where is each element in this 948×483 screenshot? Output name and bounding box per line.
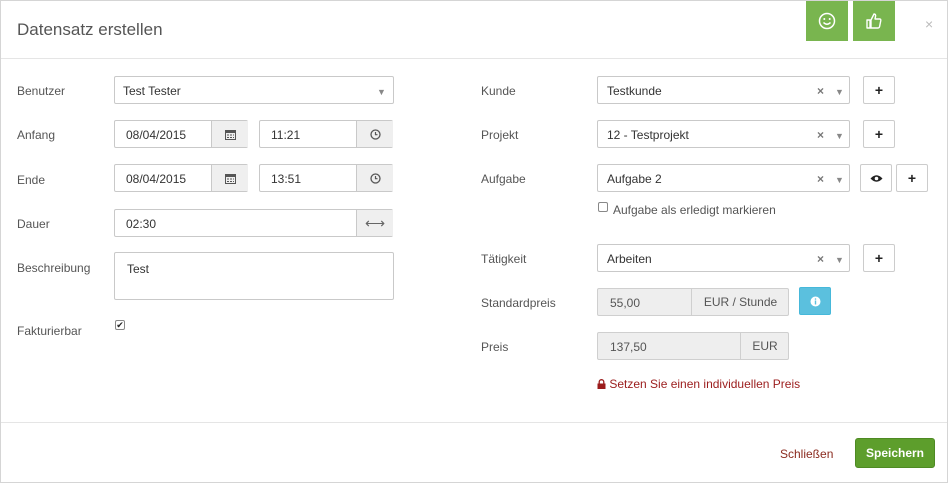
start-time-input[interactable]: 11:21 <box>259 120 393 148</box>
plus-icon: + <box>874 250 884 266</box>
price-unit: EUR <box>740 333 789 359</box>
customer-select[interactable]: Testkunde × ▼ <box>597 76 850 104</box>
thumbs-up-icon <box>866 13 882 29</box>
task-done-checkbox[interactable] <box>598 202 608 212</box>
calendar-icon <box>224 129 236 140</box>
dialog-header: Datensatz erstellen × <box>1 1 947 59</box>
project-value: 12 - Testprojekt <box>607 128 689 142</box>
plus-icon: + <box>907 170 917 186</box>
activity-select[interactable]: Arbeiten × ▼ <box>597 244 850 272</box>
duration-input[interactable]: 02:30 ⟷ <box>114 209 393 237</box>
start-time-picker-button[interactable] <box>356 121 393 147</box>
start-date-picker-button[interactable] <box>211 121 248 147</box>
user-label: Benutzer <box>17 84 66 98</box>
end-time-value: 13:51 <box>271 172 302 186</box>
eye-icon <box>870 174 882 182</box>
chevron-down-icon: ▼ <box>835 131 844 141</box>
task-done-label: Aufgabe als erledigt markieren <box>613 203 776 217</box>
smiley-button[interactable] <box>806 1 848 41</box>
thumbs-up-button[interactable] <box>853 1 895 41</box>
info-icon <box>810 296 820 306</box>
clear-icon[interactable]: × <box>817 252 824 266</box>
duration-value: 02:30 <box>126 217 157 231</box>
clock-icon <box>369 128 381 140</box>
duration-label: Dauer <box>17 217 50 231</box>
task-select[interactable]: Aufgabe 2 × ▼ <box>597 164 850 192</box>
lock-icon <box>597 379 606 389</box>
clock-icon <box>369 172 381 184</box>
end-date-value: 08/04/2015 <box>126 172 187 186</box>
billable-label: Fakturierbar <box>17 324 82 338</box>
standard-price-value: 55,00 <box>610 296 641 310</box>
customer-label: Kunde <box>481 84 516 98</box>
price-field: 137,50 EUR <box>597 332 789 360</box>
end-date-input[interactable]: 08/04/2015 <box>114 164 248 192</box>
view-task-button[interactable] <box>860 164 892 192</box>
calendar-icon <box>224 173 236 184</box>
custom-price-link[interactable]: Setzen Sie einen individuellen Preis <box>597 377 800 391</box>
chevron-down-icon: ▼ <box>835 175 844 185</box>
add-activity-button[interactable]: + <box>863 244 895 272</box>
add-project-button[interactable]: + <box>863 120 895 148</box>
close-icon[interactable]: × <box>925 16 933 32</box>
standard-price-unit: EUR / Stunde <box>691 289 789 315</box>
plus-icon: + <box>874 126 884 142</box>
user-select[interactable]: Test Tester ▼ <box>114 76 394 104</box>
clear-icon[interactable]: × <box>817 84 824 98</box>
standard-price-label: Standardpreis <box>481 296 556 310</box>
end-label: Ende <box>17 173 46 187</box>
smiley-icon <box>818 12 836 30</box>
activity-value: Arbeiten <box>607 252 652 266</box>
plus-icon: + <box>874 82 884 98</box>
chevron-down-icon: ▼ <box>835 255 844 265</box>
description-label: Beschreibung <box>17 261 91 275</box>
end-date-picker-button[interactable] <box>211 165 248 191</box>
task-label: Aufgabe <box>481 172 526 186</box>
dialog-title: Datensatz erstellen <box>17 20 163 39</box>
chevron-down-icon: ▼ <box>835 87 844 97</box>
start-date-value: 08/04/2015 <box>126 128 187 142</box>
standard-price-field: 55,00 EUR / Stunde <box>597 288 789 316</box>
dialog-footer-divider <box>1 422 947 423</box>
task-value: Aufgabe 2 <box>607 172 662 186</box>
chevron-down-icon: ▼ <box>377 87 386 97</box>
activity-label: Tätigkeit <box>481 252 527 266</box>
billable-checkbox[interactable]: ✔ <box>115 320 125 330</box>
create-record-dialog: Datensatz erstellen × Benutzer Test Test… <box>0 0 948 483</box>
save-button[interactable]: Speichern <box>855 438 935 468</box>
price-label: Preis <box>481 340 509 354</box>
close-link[interactable]: Schließen <box>780 447 833 461</box>
clear-icon[interactable]: × <box>817 172 824 186</box>
custom-price-text: Setzen Sie einen individuellen Preis <box>609 377 801 391</box>
start-date-input[interactable]: 08/04/2015 <box>114 120 248 148</box>
project-label: Projekt <box>481 128 519 142</box>
clear-icon[interactable]: × <box>817 128 824 142</box>
end-time-input[interactable]: 13:51 <box>259 164 393 192</box>
add-customer-button[interactable]: + <box>863 76 895 104</box>
info-button[interactable] <box>799 287 831 315</box>
customer-value: Testkunde <box>607 84 662 98</box>
start-label: Anfang <box>17 128 56 142</box>
description-value: Test <box>127 262 150 276</box>
description-textarea[interactable]: Test <box>114 252 394 300</box>
add-task-button[interactable]: + <box>896 164 928 192</box>
project-select[interactable]: 12 - Testprojekt × ▼ <box>597 120 850 148</box>
price-value: 137,50 <box>610 340 647 354</box>
swap-arrows-icon[interactable]: ⟷ <box>356 210 393 236</box>
start-time-value: 11:21 <box>271 128 301 142</box>
end-time-picker-button[interactable] <box>356 165 393 191</box>
user-value: Test Tester <box>123 84 181 98</box>
